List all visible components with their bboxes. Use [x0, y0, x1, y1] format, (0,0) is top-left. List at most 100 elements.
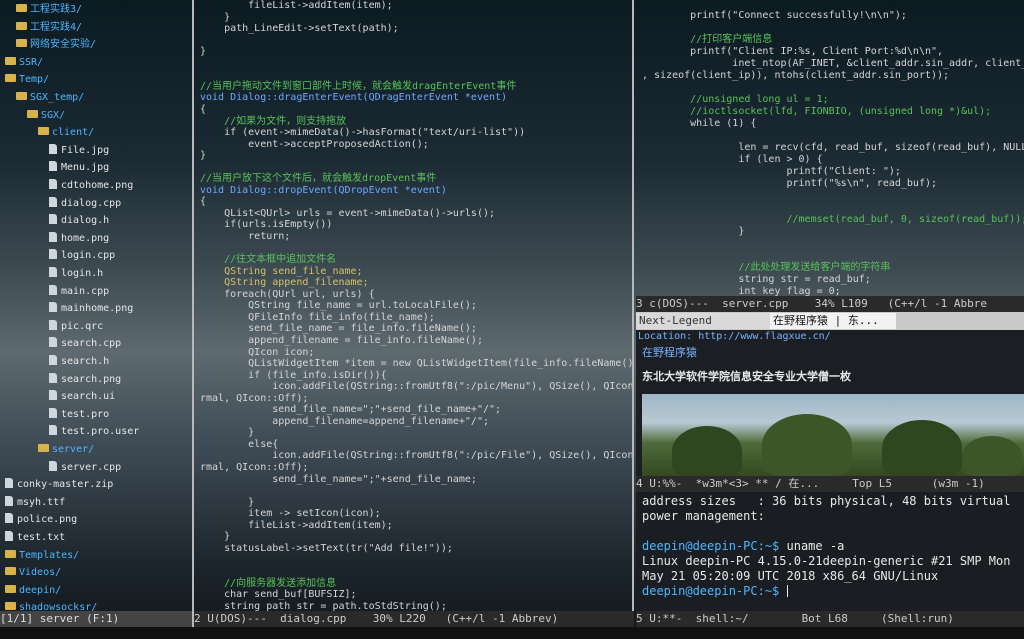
code-line[interactable]: //ioctlsocket(lfd, FIONBIO, (unsigned lo… — [642, 106, 991, 118]
code-line[interactable]: icon.addFile(QString::fromUtf8(":/pic/Fi… — [200, 450, 632, 462]
tab-next-legend[interactable]: Next-Legend — [636, 313, 770, 329]
code-line[interactable]: printf("Client IP:%s, Client Port:%d\n\n… — [642, 46, 943, 58]
code-line[interactable]: , sizeof(client_ip)), ntohs(client_addr.… — [642, 70, 949, 82]
code-line[interactable]: { — [200, 104, 206, 116]
code-line[interactable]: //当用户放下这个文件后，就会触发dropEvent事件 — [200, 173, 436, 185]
code-line[interactable]: inet_ntop(AF_INET, &client_addr.sin_addr… — [642, 58, 1024, 70]
pane-divider[interactable] — [632, 0, 634, 639]
code-line[interactable]: rmal, QIcon::Off); — [200, 393, 308, 405]
tree-file[interactable]: main.cpp — [49, 283, 109, 300]
shell-prompt-line[interactable]: deepin@deepin-PC:~$ uname -a — [642, 539, 844, 553]
code-line[interactable]: //向服务器发送添加信息 — [200, 578, 336, 590]
code-line[interactable]: printf("Client: "); — [642, 166, 900, 178]
w3m-browser-buffer[interactable]: Next-Legend 在野程序猿 | 东... Location: http:… — [636, 312, 1024, 476]
code-line[interactable]: int key_flag = 0; — [642, 286, 840, 296]
code-line[interactable]: } — [200, 531, 230, 543]
tree-file[interactable]: search.cpp — [49, 335, 121, 352]
dialog-cpp-buffer[interactable]: fileList->addItem(item); } path_LineEdit… — [194, 0, 632, 611]
code-line[interactable]: //往文本框中追加文件名 — [200, 254, 336, 266]
code-line[interactable]: append_filename=append_filename+"/"; — [200, 416, 489, 428]
tree-file[interactable]: conky-master.zip — [5, 476, 113, 493]
code-line[interactable]: rmal, QIcon::Off); — [200, 462, 308, 474]
shell-buffer[interactable]: address sizes : 36 bits physical, 48 bit… — [636, 492, 1024, 611]
code-line[interactable]: //memset(read_buf, 0, sizeof(read_buf)); — [642, 214, 1024, 226]
tree-file[interactable]: cdtohome.png — [49, 177, 133, 194]
code-line[interactable]: send_file_name=";"+send_file_name+"/"; — [200, 404, 501, 416]
code-line[interactable]: append_filename = file_info.fileName(); — [200, 335, 483, 347]
code-line[interactable]: } — [200, 427, 254, 439]
code-line[interactable]: len = recv(cfd, read_buf, sizeof(read_bu… — [642, 142, 1024, 154]
code-line[interactable]: if (event->mimeData()->hasFormat("text/u… — [200, 127, 525, 139]
tree-file[interactable]: search.h — [49, 353, 109, 370]
tree-folder[interactable]: Temp/ — [5, 71, 49, 88]
code-line[interactable]: } — [200, 150, 206, 162]
code-line[interactable]: printf("%s\n", read_buf); — [642, 178, 937, 190]
code-line[interactable]: QList<QUrl> urls = event->mimeData()->ur… — [200, 208, 495, 220]
tree-folder[interactable]: 网络安全实验/ — [16, 36, 96, 53]
tree-folder[interactable]: SGX/ — [27, 107, 65, 124]
code-line[interactable]: item -> setIcon(icon); — [200, 508, 380, 520]
tree-file[interactable]: login.h — [49, 265, 103, 282]
tree-folder[interactable]: server/ — [38, 441, 94, 458]
tree-file[interactable]: msyh.ttf — [5, 494, 65, 511]
code-line[interactable]: QFileInfo file_info(file_name); — [200, 312, 435, 324]
code-line[interactable]: QString send_file_name; — [200, 266, 362, 278]
tree-file[interactable]: dialog.h — [49, 212, 109, 229]
code-line[interactable]: QString file_name = url.toLocalFile(); — [200, 300, 477, 312]
code-line[interactable]: if (len > 0) { — [642, 154, 822, 166]
code-line[interactable]: //当用户拖动文件到窗口部件上时候，就会触发dragEnterEvent事件 — [200, 81, 516, 93]
tree-folder[interactable]: SSR/ — [5, 54, 43, 71]
tree-file[interactable]: Menu.jpg — [49, 159, 109, 176]
code-line[interactable]: while (1) { — [642, 118, 756, 130]
code-line[interactable]: QString append_filename; — [200, 277, 369, 289]
tree-file[interactable]: dialog.cpp — [49, 195, 121, 212]
tree-folder[interactable]: SGX_temp/ — [16, 89, 84, 106]
code-line[interactable]: send_file_name = file_info.fileName(); — [200, 323, 477, 335]
code-line[interactable]: //打印客户端信息 — [642, 34, 772, 46]
tree-folder[interactable]: 工程实践4/ — [16, 19, 82, 36]
site-title-link[interactable]: 在野程序猿 — [642, 344, 697, 360]
code-line[interactable]: char send_buf[BUFSIZ]; — [200, 589, 356, 601]
code-line[interactable]: QListWidgetItem *item = new QListWidgetI… — [200, 358, 632, 370]
code-line[interactable]: if (file_info.isDir()){ — [200, 370, 386, 382]
code-line[interactable]: //unsigned long ul = 1; — [642, 94, 828, 106]
code-line[interactable]: if(urls.isEmpty()) — [200, 219, 332, 231]
tree-file[interactable]: test.pro — [49, 406, 109, 423]
shell-prompt-line[interactable]: deepin@deepin-PC:~$ — [642, 584, 788, 598]
code-line[interactable]: statusLabel->setText(tr("Add file!")); — [200, 543, 453, 555]
tree-folder[interactable]: deepin/ — [5, 582, 61, 599]
tab-flagxue[interactable]: 在野程序猿 | 东... — [770, 313, 896, 329]
tree-file[interactable]: pic.qrc — [49, 318, 103, 335]
code-line[interactable]: void Dialog::dragEnterEvent(QDragEnterEv… — [200, 92, 507, 104]
tree-file[interactable]: police.png — [5, 511, 77, 528]
shell-output-line[interactable]: Linux deepin-PC 4.15.0-21deepin-generic … — [642, 554, 1010, 568]
code-line[interactable]: QIcon icon; — [200, 347, 314, 359]
location-url[interactable]: Location: http://www.flagxue.cn/ — [638, 331, 831, 342]
code-line[interactable]: string path_str = path.toStdString(); — [200, 601, 447, 611]
tree-folder[interactable]: Videos/ — [5, 564, 61, 581]
tree-file[interactable]: mainhome.png — [49, 300, 133, 317]
tree-file[interactable]: search.png — [49, 371, 121, 388]
tree-folder[interactable]: Templates/ — [5, 547, 79, 564]
tree-file[interactable]: test.txt — [5, 529, 65, 546]
shell-output-line[interactable]: address sizes : 36 bits physical, 48 bit… — [642, 494, 1010, 508]
tree-folder[interactable]: shadowsocksr/ — [5, 599, 97, 611]
code-line[interactable]: send_file_name=";"+send_file_name; — [200, 474, 477, 486]
code-line[interactable]: else{ — [200, 439, 278, 451]
tree-folder[interactable]: client/ — [38, 124, 94, 141]
code-line[interactable]: void Dialog::dropEvent(QDropEvent *event… — [200, 185, 447, 197]
tree-file[interactable]: login.cpp — [49, 247, 115, 264]
shell-output-line[interactable]: May 21 05:20:09 UTC 2018 x86_64 GNU/Linu… — [642, 569, 938, 583]
code-line[interactable]: icon.addFile(QString::fromUtf8(":/pic/Me… — [200, 381, 632, 393]
code-line[interactable]: fileList->addItem(item); — [200, 520, 393, 532]
code-line[interactable]: printf("Connect successfully!\n\n"); — [642, 10, 907, 22]
code-line[interactable]: { — [200, 196, 206, 208]
shell-output-line[interactable]: power management: — [642, 509, 765, 523]
tree-file[interactable]: File.jpg — [49, 142, 109, 159]
minibuffer[interactable] — [0, 627, 1024, 639]
code-line[interactable]: } — [642, 226, 744, 238]
server-cpp-buffer[interactable]: printf("Connect successfully!\n\n"); //打… — [636, 0, 1024, 296]
code-line[interactable]: //此处处理发送给客户端的字符串 — [642, 262, 890, 274]
code-line[interactable]: event->acceptProposedAction(); — [200, 139, 429, 151]
code-line[interactable]: return; — [200, 231, 290, 243]
